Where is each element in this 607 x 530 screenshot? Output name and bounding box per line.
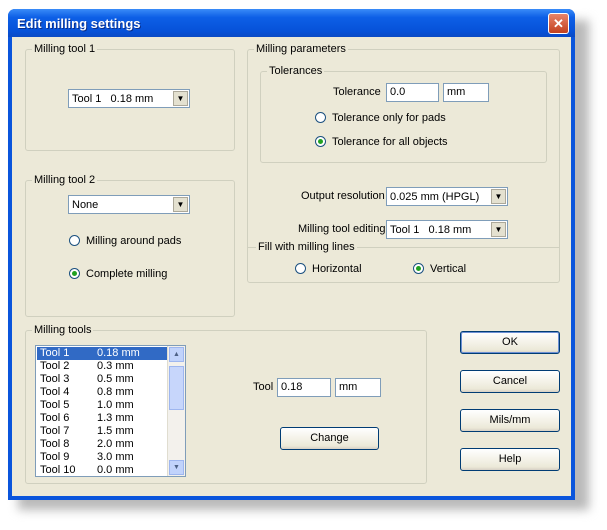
milling-tool-editing-select[interactable]: Tool 1 0.18 mm ▼ <box>386 220 508 239</box>
milling-tools-list[interactable]: Tool 1 0.18 mm Tool 2 0.3 mm Tool 3 0.5 mm Too… <box>35 345 186 477</box>
radio-label: Milling around pads <box>86 235 182 247</box>
scrollbar[interactable]: ▲ ▼ <box>167 346 185 476</box>
milling-tools-legend: Milling tools <box>32 324 94 336</box>
tool-name: Tool 2 <box>40 360 70 372</box>
radio-label: Tolerance only for pads <box>332 112 446 124</box>
window-title: Edit milling settings <box>17 16 141 31</box>
scroll-up-icon[interactable]: ▲ <box>169 347 184 362</box>
tool-size: 0.18 mm <box>97 347 140 359</box>
fill-legend: Fill with milling lines <box>256 241 357 253</box>
tolerances-legend: Tolerances <box>267 65 325 77</box>
cancel-button[interactable]: Cancel <box>460 370 560 393</box>
radio-icon <box>295 263 306 274</box>
tolerances-group: Tolerances Tolerance 0.0 mm Tolerance on… <box>260 65 547 163</box>
list-item[interactable]: Tool 8 2.0 mm <box>37 438 169 451</box>
dialog-window: Edit milling settings ✕ Milling tool 1 T… <box>8 9 575 500</box>
tool-size: 0.0 mm <box>97 464 134 476</box>
tolerance-label: Tolerance <box>333 86 381 98</box>
dialog-body: Milling tool 1 Tool 1 0.18 mm ▼ Milling … <box>12 37 571 496</box>
milling-tool-2-value: None <box>72 199 99 211</box>
milling-tool-1-select[interactable]: Tool 1 0.18 mm ▼ <box>68 89 190 108</box>
tool-name: Tool 1 <box>40 347 70 359</box>
tool-size: 0.5 mm <box>97 373 134 385</box>
milling-tools-group: Milling tools Tool 1 0.18 mm Tool 2 0.3 mm T… <box>25 324 427 484</box>
tool-size: 0.3 mm <box>97 360 134 372</box>
close-icon[interactable]: ✕ <box>548 13 569 34</box>
tool-name: Tool 4 <box>40 386 70 398</box>
radio-label: Horizontal <box>312 263 362 275</box>
list-item[interactable]: Tool 2 0.3 mm <box>37 360 169 373</box>
output-resolution-label: Output resolution <box>301 190 385 202</box>
milling-tool-2-legend: Milling tool 2 <box>32 174 98 186</box>
tool-name: Tool 10 <box>40 464 76 476</box>
radio-icon <box>315 112 326 123</box>
list-item[interactable]: Tool 3 0.5 mm <box>37 373 169 386</box>
tool-size-input[interactable]: 0.18 <box>277 378 331 397</box>
radio-icon <box>69 235 80 246</box>
change-button[interactable]: Change <box>280 427 379 450</box>
radio-horizontal[interactable]: Horizontal <box>295 263 362 275</box>
milling-tool-2-group: Milling tool 2 None ▼ Milling around pad… <box>25 174 235 317</box>
milling-tool-1-value: Tool 1 0.18 mm <box>72 93 154 105</box>
tool-name: Tool 7 <box>40 425 70 437</box>
tool-name: Tool 5 <box>40 399 70 411</box>
radio-checked-icon <box>69 268 80 279</box>
radio-milling-around-pads[interactable]: Milling around pads <box>69 235 181 247</box>
radio-complete-milling[interactable]: Complete milling <box>69 268 167 280</box>
tool-unit-field[interactable]: mm <box>335 378 381 397</box>
tool-name: Tool 8 <box>40 438 70 450</box>
list-item[interactable]: Tool 9 3.0 mm <box>37 451 169 464</box>
chevron-down-icon[interactable]: ▼ <box>491 189 506 204</box>
radio-label: Complete milling <box>86 268 168 280</box>
list-item[interactable]: Tool 10 0.0 mm <box>37 464 169 476</box>
scroll-thumb[interactable] <box>169 366 184 410</box>
tool-size: 1.0 mm <box>97 399 134 411</box>
tool-size: 1.3 mm <box>97 412 134 424</box>
radio-tolerance-pads[interactable]: Tolerance only for pads <box>315 112 446 124</box>
radio-label: Tolerance for all objects <box>332 136 448 148</box>
list-item[interactable]: Tool 1 0.18 mm <box>37 347 169 360</box>
chevron-down-icon[interactable]: ▼ <box>491 222 506 237</box>
help-button[interactable]: Help <box>460 448 560 471</box>
ok-button[interactable]: OK <box>460 331 560 354</box>
milling-parameters-legend: Milling parameters <box>254 43 348 55</box>
output-resolution-value: 0.025 mm (HPGL) <box>390 191 480 203</box>
tolerance-input[interactable]: 0.0 <box>386 83 439 102</box>
radio-vertical[interactable]: Vertical <box>413 263 466 275</box>
milling-parameters-group: Milling parameters Tolerances Tolerance … <box>247 43 560 283</box>
chevron-down-icon[interactable]: ▼ <box>173 197 188 212</box>
tool-label: Tool <box>253 381 274 393</box>
list-item[interactable]: Tool 7 1.5 mm <box>37 425 169 438</box>
tool-size: 3.0 mm <box>97 451 134 463</box>
scroll-down-icon[interactable]: ▼ <box>169 460 184 475</box>
output-resolution-select[interactable]: 0.025 mm (HPGL) ▼ <box>386 187 508 206</box>
tool-name: Tool 3 <box>40 373 70 385</box>
milling-tool-editing-label: Milling tool editing <box>298 223 386 235</box>
tool-size: 2.0 mm <box>97 438 134 450</box>
milling-tool-1-legend: Milling tool 1 <box>32 43 98 55</box>
mils-mm-button[interactable]: Mils/mm <box>460 409 560 432</box>
milling-tool-1-group: Milling tool 1 Tool 1 0.18 mm ▼ <box>25 43 235 151</box>
tool-size: 0.8 mm <box>97 386 134 398</box>
chevron-down-icon[interactable]: ▼ <box>173 91 188 106</box>
title-bar[interactable]: Edit milling settings ✕ <box>8 9 575 37</box>
radio-checked-icon <box>315 136 326 147</box>
tool-name: Tool 9 <box>40 451 70 463</box>
list-item[interactable]: Tool 4 0.8 mm <box>37 386 169 399</box>
radio-tolerance-all[interactable]: Tolerance for all objects <box>315 136 448 148</box>
list-item[interactable]: Tool 5 1.0 mm <box>37 399 169 412</box>
radio-checked-icon <box>413 263 424 274</box>
tolerance-unit-field[interactable]: mm <box>443 83 489 102</box>
tool-size: 1.5 mm <box>97 425 134 437</box>
tool-name: Tool 6 <box>40 412 70 424</box>
list-item[interactable]: Tool 6 1.3 mm <box>37 412 169 425</box>
radio-label: Vertical <box>430 263 467 275</box>
milling-tool-2-select[interactable]: None ▼ <box>68 195 190 214</box>
milling-tool-editing-value: Tool 1 0.18 mm <box>390 224 472 236</box>
